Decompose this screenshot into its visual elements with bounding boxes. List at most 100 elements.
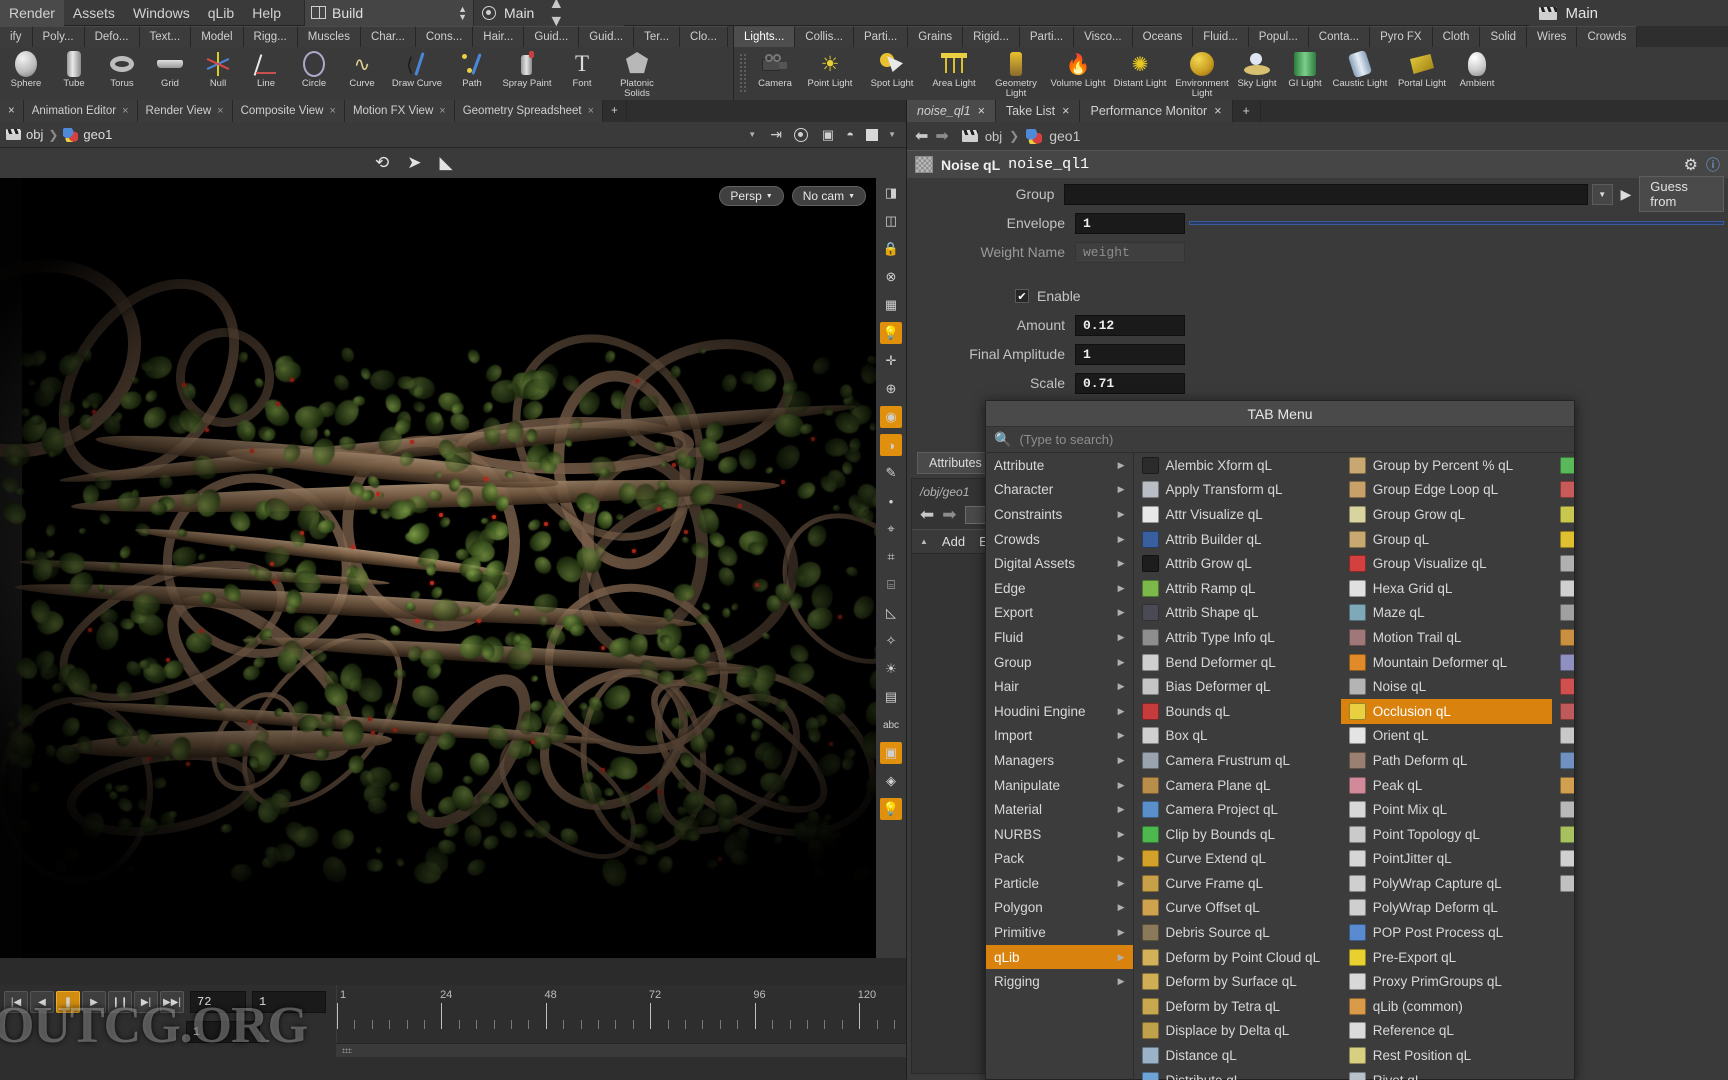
tab-menu-item-mountain-deformer-ql[interactable]: Mountain Deformer qL	[1341, 650, 1552, 675]
menu-item-assets[interactable]: Assets	[64, 0, 124, 26]
param-tab-close[interactable]: ×	[1214, 104, 1221, 118]
tab-menu-category-material[interactable]: Material ▶	[986, 797, 1133, 822]
shelf-tool-ambient-light[interactable]: Ambient	[1453, 47, 1501, 100]
tab-menu-item-orient-ql[interactable]: Orient qL	[1341, 724, 1552, 749]
viewport-display-icon[interactable]: ◨	[880, 182, 902, 204]
tab-menu-item-displace-by-delta-ql[interactable]: Displace by Delta qL	[1134, 1019, 1341, 1044]
view-tool-icon[interactable]: ◣	[440, 153, 453, 173]
viewport-handle-icon[interactable]: ⊕	[880, 378, 902, 400]
tab-menu-item-item-0[interactable]	[1552, 453, 1574, 478]
shelf-tool-volume-light[interactable]: 🔥 Volume Light	[1047, 47, 1109, 100]
step-forward-icon[interactable]: ▶|	[134, 991, 158, 1013]
tab-menu-category-group[interactable]: Group ▶	[986, 650, 1133, 675]
jump-start-icon[interactable]: |◀	[4, 991, 28, 1013]
param-input-envelope[interactable]: 1	[1075, 212, 1185, 234]
shelf-tool-circle[interactable]: Circle	[290, 47, 338, 100]
shelf-right-tab-12[interactable]: Cloth	[1432, 26, 1481, 47]
shelf-tool-tube[interactable]: Tube	[50, 47, 98, 100]
tab-menu-category-character[interactable]: Character ▶	[986, 478, 1133, 503]
param-input-final-amplitude[interactable]: 1	[1075, 343, 1185, 365]
tab-menu-item-item-5[interactable]	[1552, 576, 1574, 601]
search-input[interactable]: (Type to search)	[1019, 432, 1113, 447]
tab-menu-item-point-mix-ql[interactable]: Point Mix qL	[1341, 797, 1552, 822]
param-tab-performance-monitor[interactable]: Performance Monitor ×	[1080, 100, 1233, 122]
tab-menu-item-deform-by-tetra-ql[interactable]: Deform by Tetra qL	[1134, 994, 1341, 1019]
tab-menu-item-distance-ql[interactable]: Distance qL	[1134, 1043, 1341, 1068]
viewport-tab-close[interactable]: ×	[217, 105, 223, 117]
shelf-right-tab-4[interactable]: Rigid...	[963, 26, 1020, 47]
tab-menu-item-attrib-ramp-ql[interactable]: Attrib Ramp qL	[1134, 576, 1341, 601]
viewport-point-icon[interactable]: •	[880, 490, 902, 512]
param-tab-noise_ql1[interactable]: noise_ql1 ×	[907, 100, 996, 122]
tab-menu-item-item-17[interactable]	[1552, 871, 1574, 896]
tab-menu-item-group-by-percent-ql[interactable]: Group by Percent % qL	[1341, 453, 1552, 478]
tab-menu-category-fluid[interactable]: Fluid ▶	[986, 625, 1133, 650]
tab-menu-item-reference-ql[interactable]: Reference qL	[1341, 1019, 1552, 1044]
tab-menu-item-distribute-ql[interactable]: Distribute qL	[1134, 1068, 1341, 1080]
tab-menu-item-group-grow-ql[interactable]: Group Grow qL	[1341, 502, 1552, 527]
param-input-amount[interactable]: 0.12	[1075, 314, 1185, 336]
tab-menu-category-export[interactable]: Export ▶	[986, 601, 1133, 626]
shelf-tool-gi-light[interactable]: GI Light	[1281, 47, 1329, 100]
tab-attributes[interactable]: Attributes	[917, 452, 994, 474]
menu-item-help[interactable]: Help	[243, 0, 290, 26]
breadcrumb-obj[interactable]: obj	[26, 127, 43, 142]
viewport-tab-composite-view[interactable]: Composite View ×	[232, 100, 345, 122]
viewport-sun-icon[interactable]: ☀	[880, 658, 902, 680]
envelope-slider[interactable]	[1189, 221, 1724, 225]
tab-menu-item-item-3[interactable]	[1552, 527, 1574, 552]
sort-asc-icon[interactable]: ▲	[920, 537, 928, 546]
group-dropdown-icon[interactable]: ▼	[1591, 183, 1613, 205]
tab-menu-item-item-10[interactable]	[1552, 699, 1574, 724]
group-play-icon[interactable]: ▶	[1621, 186, 1632, 203]
tab-menu-item-peak-ql[interactable]: Peak qL	[1341, 773, 1552, 798]
tab-menu-item-point-topology-ql[interactable]: Point Topology qL	[1341, 822, 1552, 847]
tab-menu-category-crowds[interactable]: Crowds ▶	[986, 527, 1133, 552]
shelf-tab-13[interactable]: Clo...	[680, 26, 728, 47]
shelf-tab-10[interactable]: Guid...	[524, 26, 580, 47]
tab-menu-item-camera-plane-ql[interactable]: Camera Plane qL	[1134, 773, 1341, 798]
viewport-tab-close[interactable]: ×	[588, 105, 594, 117]
end-frame-field[interactable]: 1	[186, 1021, 260, 1043]
info-icon[interactable]: ⓘ	[1706, 155, 1720, 175]
tab-menu-item-bounds-ql[interactable]: Bounds qL	[1134, 699, 1341, 724]
viewport-snap5-icon[interactable]: ✧	[880, 630, 902, 652]
tab-menu-item-pre-export-ql[interactable]: Pre-Export qL	[1341, 945, 1552, 970]
tab-menu-item-attrib-type-info-ql[interactable]: Attrib Type Info qL	[1134, 625, 1341, 650]
gear-icon[interactable]: ⚙	[1684, 155, 1698, 175]
shelf-tool-geometry-light[interactable]: Geometry Light	[985, 47, 1047, 100]
tab-menu-item-item-12[interactable]	[1552, 748, 1574, 773]
shelf-tool-grid-tool[interactable]: Grid	[146, 47, 194, 100]
tab-menu-category-houdini-engine[interactable]: Houdini Engine ▶	[986, 699, 1133, 724]
play-forward-icon[interactable]: ▶	[82, 991, 106, 1013]
tab-menu-item-rivet-ql[interactable]: Rivet qL	[1341, 1068, 1552, 1080]
shelf-tool-spot-light[interactable]: Spot Light	[861, 47, 923, 100]
tab-menu-item-attrib-grow-ql[interactable]: Attrib Grow qL	[1134, 551, 1341, 576]
shelf-tool-portal-light[interactable]: Portal Light	[1391, 47, 1453, 100]
tab-menu-item-alembic-xform-ql[interactable]: Alembic Xform qL	[1134, 453, 1341, 478]
shelf-tab-4[interactable]: Model	[191, 26, 244, 47]
shelf-tool-platonic-solids[interactable]: Platonic Solids	[606, 47, 668, 100]
shelf-tab-12[interactable]: Ter...	[634, 26, 681, 47]
tab-menu-category-nurbs[interactable]: NURBS ▶	[986, 822, 1133, 847]
shelf-tool-line[interactable]: Line	[242, 47, 290, 100]
back-arrow-icon[interactable]: ⬅	[915, 126, 928, 146]
viewport-xray-icon[interactable]: ⊗	[880, 266, 902, 288]
step-back-icon[interactable]: ◀	[30, 991, 54, 1013]
tab-menu-item-deform-by-point-cloud-ql[interactable]: Deform by Point Cloud qL	[1134, 945, 1341, 970]
viewport-snap2-icon[interactable]: ⌗	[880, 546, 902, 568]
viewport-canvas[interactable]: Persp ▼ No cam ▼ ◨ ◫ 🔒 ⊗ ▦ 💡 ✛ ⊕ ◉ ◑ ✎ •…	[0, 178, 906, 958]
tab-menu-item-item-7[interactable]	[1552, 625, 1574, 650]
desktop-selector[interactable]: Build ▲ ▼	[304, 0, 474, 26]
tab-menu-category-hair[interactable]: Hair ▶	[986, 674, 1133, 699]
tab-menu-item-clip-by-bounds-ql[interactable]: Clip by Bounds qL	[1134, 822, 1341, 847]
guess-from-button[interactable]: Guess from	[1639, 176, 1724, 212]
shelf-tool-draw-curve[interactable]: ⟨ Draw Curve	[386, 47, 448, 100]
tab-menu-category-import[interactable]: Import ▶	[986, 724, 1133, 749]
viewport-ghost-icon[interactable]: ◫	[880, 210, 902, 232]
viewport-tab-render-view[interactable]: Render View ×	[137, 100, 233, 122]
menu-item-qlib[interactable]: qLib	[199, 0, 243, 26]
shelf-tool-environment-light[interactable]: Environment Light	[1171, 47, 1233, 100]
shelf-tab-6[interactable]: Muscles	[297, 26, 361, 47]
tab-menu-category-manipulate[interactable]: Manipulate ▶	[986, 773, 1133, 798]
